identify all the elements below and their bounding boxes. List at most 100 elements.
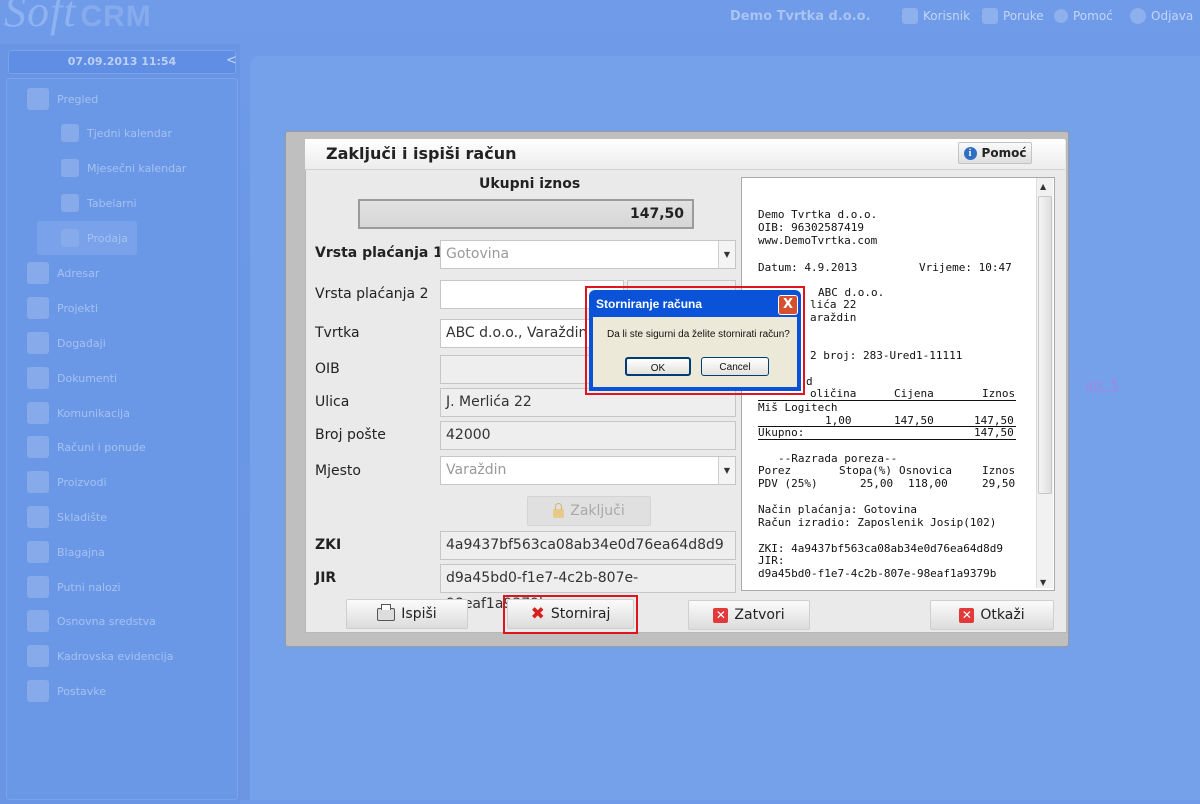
sidebar-item-label: Dokumenti bbox=[57, 371, 118, 385]
datetime-display: 07.09.2013 11:54 bbox=[8, 50, 236, 74]
receipt-zki: ZKI: 4a9437bf563ca08ab34e0d76ea64d8d9 bbox=[758, 542, 1004, 555]
storniraj-button[interactable]: ✖ Storniraj bbox=[507, 599, 634, 629]
invoice-icon bbox=[27, 436, 49, 458]
sidebar-item-projekti[interactable]: Projekti bbox=[27, 294, 98, 322]
message-icon bbox=[982, 8, 998, 24]
payment1-select[interactable]: Gotovina ▼ bbox=[440, 240, 736, 269]
sidebar-item-mjesecni-kalendar[interactable]: Mjesečni kalendar bbox=[61, 154, 186, 182]
sidebar-item-label: Putni nalozi bbox=[57, 580, 121, 594]
jir-field[interactable]: d9a45bd0-f1e7-4c2b-807e-98eaf1a9379b bbox=[440, 564, 736, 612]
receipt-total-label: Ukupno: bbox=[758, 426, 805, 439]
company-label: Tvrtka bbox=[315, 325, 360, 341]
confirm-close-button[interactable]: X bbox=[778, 295, 798, 315]
postcode-label: Broj pošte bbox=[315, 427, 386, 443]
receipt-tax-head-base: Osnovica bbox=[899, 464, 952, 477]
receipt-customer-street: lića 22 bbox=[810, 298, 857, 311]
topnav-messages[interactable]: Poruke bbox=[982, 6, 1044, 26]
settings-icon bbox=[27, 680, 49, 702]
confirm-ok-button[interactable]: OK bbox=[625, 357, 691, 376]
topnav-user-label: Korisnik bbox=[923, 9, 971, 23]
receipt-invoice-number: 2 broj: 283-Ured1-11111 bbox=[810, 349, 963, 362]
city-label: Mjesto bbox=[315, 463, 361, 479]
sidebar-item-pregled[interactable]: Pregled bbox=[27, 85, 98, 113]
sidebar-item-dogadaji[interactable]: Događaji bbox=[27, 329, 106, 357]
receipt-time: Vrijeme: 10:47 bbox=[919, 261, 1012, 274]
receipt-divider bbox=[758, 439, 1016, 440]
confirm-message: Da li ste sigurni da želite stornirati r… bbox=[607, 329, 790, 340]
sidebar-item-tabelarni[interactable]: Tabelarni bbox=[61, 189, 137, 217]
event-icon bbox=[27, 332, 49, 354]
scroll-up-icon[interactable]: ▲ bbox=[1040, 182, 1046, 191]
travel-icon bbox=[27, 576, 49, 598]
calendar-icon bbox=[61, 124, 79, 142]
sidebar-item-proizvodi[interactable]: Proizvodi bbox=[27, 468, 107, 496]
close-icon: ✕ bbox=[959, 607, 975, 623]
sidebar-item-dokumenti[interactable]: Dokumenti bbox=[27, 364, 117, 392]
sales-icon bbox=[61, 229, 79, 247]
sidebar-item-skladiste[interactable]: Skladište bbox=[27, 503, 107, 531]
chevron-down-icon[interactable]: ▼ bbox=[718, 241, 735, 268]
lock-button[interactable]: Zaključi bbox=[527, 496, 651, 526]
city-select[interactable]: Varaždin ▼ bbox=[440, 456, 736, 485]
sidebar-item-blagajna[interactable]: Blagajna bbox=[27, 538, 105, 566]
topnav-logout[interactable]: Odjava bbox=[1130, 6, 1193, 26]
topnav-help[interactable]: Pomoć bbox=[1054, 6, 1113, 26]
assets-icon bbox=[27, 610, 49, 632]
confirm-cancel-button[interactable]: Cancel bbox=[701, 357, 769, 376]
product-icon bbox=[27, 471, 49, 493]
abort-button[interactable]: ✕ Otkaži bbox=[930, 600, 1054, 630]
sidebar-item-putni-nalozi[interactable]: Putni nalozi bbox=[27, 573, 121, 601]
nav-panel: Pregled Tjedni kalendar Mjesečni kalenda… bbox=[6, 78, 238, 800]
cash-register-icon bbox=[27, 541, 49, 563]
topnav-user[interactable]: Korisnik bbox=[902, 6, 970, 26]
receipt-issuer: Račun izradio: Zaposlenik Josip(102) bbox=[758, 516, 997, 529]
scroll-down-icon[interactable]: ▼ bbox=[1040, 578, 1046, 587]
sidebar-item-racuni-i-ponude[interactable]: Računi i ponude bbox=[27, 433, 146, 461]
close-button[interactable]: ✕ Zatvori bbox=[688, 600, 810, 630]
total-amount: 147,50 bbox=[358, 199, 694, 229]
abort-button-label: Otkaži bbox=[980, 607, 1025, 623]
receipt-oib: OIB: 96302587419 bbox=[758, 221, 864, 234]
overview-icon bbox=[27, 88, 49, 110]
sidebar-item-label: Pregled bbox=[57, 92, 99, 106]
sidebar-collapse-button[interactable]: < bbox=[226, 53, 237, 68]
help-button[interactable]: i Pomoć bbox=[958, 142, 1032, 164]
sidebar-item-label: Kadrovska evidencija bbox=[57, 649, 174, 663]
postcode-field[interactable]: 42000 bbox=[440, 421, 736, 450]
payment1-value: Gotovina bbox=[446, 246, 510, 262]
receipt-col-qty: oličina bbox=[810, 387, 857, 400]
sidebar-item-adresar[interactable]: Adresar bbox=[27, 259, 99, 287]
lock-icon bbox=[553, 502, 565, 518]
receipt-jir-label: JIR: bbox=[758, 554, 785, 567]
sidebar-item-label: Prodaja bbox=[87, 231, 128, 245]
chevron-down-icon[interactable]: ▼ bbox=[718, 457, 735, 484]
receipt-total-value: 147,50 bbox=[974, 426, 1014, 439]
confirm-title: Storniranje računa bbox=[596, 297, 703, 311]
address-book-icon bbox=[27, 262, 49, 284]
payment2-label: Vrsta plaćanja 2 bbox=[315, 286, 429, 302]
calendar-icon bbox=[61, 159, 79, 177]
document-icon bbox=[27, 367, 49, 389]
sidebar-item-label: Skladište bbox=[57, 510, 107, 524]
info-icon: i bbox=[963, 146, 977, 160]
sidebar-item-prodaja[interactable]: Prodaja bbox=[37, 221, 137, 255]
sidebar-item-postavke[interactable]: Postavke bbox=[27, 677, 106, 705]
sidebar-item-kadrovska-evidencija[interactable]: Kadrovska evidencija bbox=[27, 642, 173, 670]
user-icon bbox=[902, 8, 918, 24]
topnav-logout-label: Odjava bbox=[1151, 9, 1194, 23]
warehouse-icon bbox=[27, 506, 49, 528]
receipt-scrollbar-thumb[interactable] bbox=[1038, 196, 1052, 494]
sidebar-item-tjedni-kalendar[interactable]: Tjedni kalendar bbox=[61, 119, 172, 147]
sidebar-item-komunikacija[interactable]: Komunikacija bbox=[27, 399, 130, 427]
sidebar-item-label: Tjedni kalendar bbox=[87, 126, 173, 140]
oib-label: OIB bbox=[315, 361, 340, 377]
street-label: Ulica bbox=[315, 394, 350, 410]
sidebar-item-label: Projekti bbox=[57, 301, 99, 315]
print-button[interactable]: Ispiši bbox=[346, 599, 468, 629]
sidebar-item-osnovna-sredstva[interactable]: Osnovna sredstva bbox=[27, 607, 156, 635]
zki-field[interactable]: 4a9437bf563ca08ab34e0d76ea64d8d9 bbox=[440, 531, 736, 560]
staff-icon bbox=[27, 645, 49, 667]
sidebar-item-label: Računi i ponude bbox=[57, 440, 146, 454]
project-icon bbox=[27, 297, 49, 319]
background-link[interactable]: ati: 5 bbox=[1085, 378, 1118, 393]
